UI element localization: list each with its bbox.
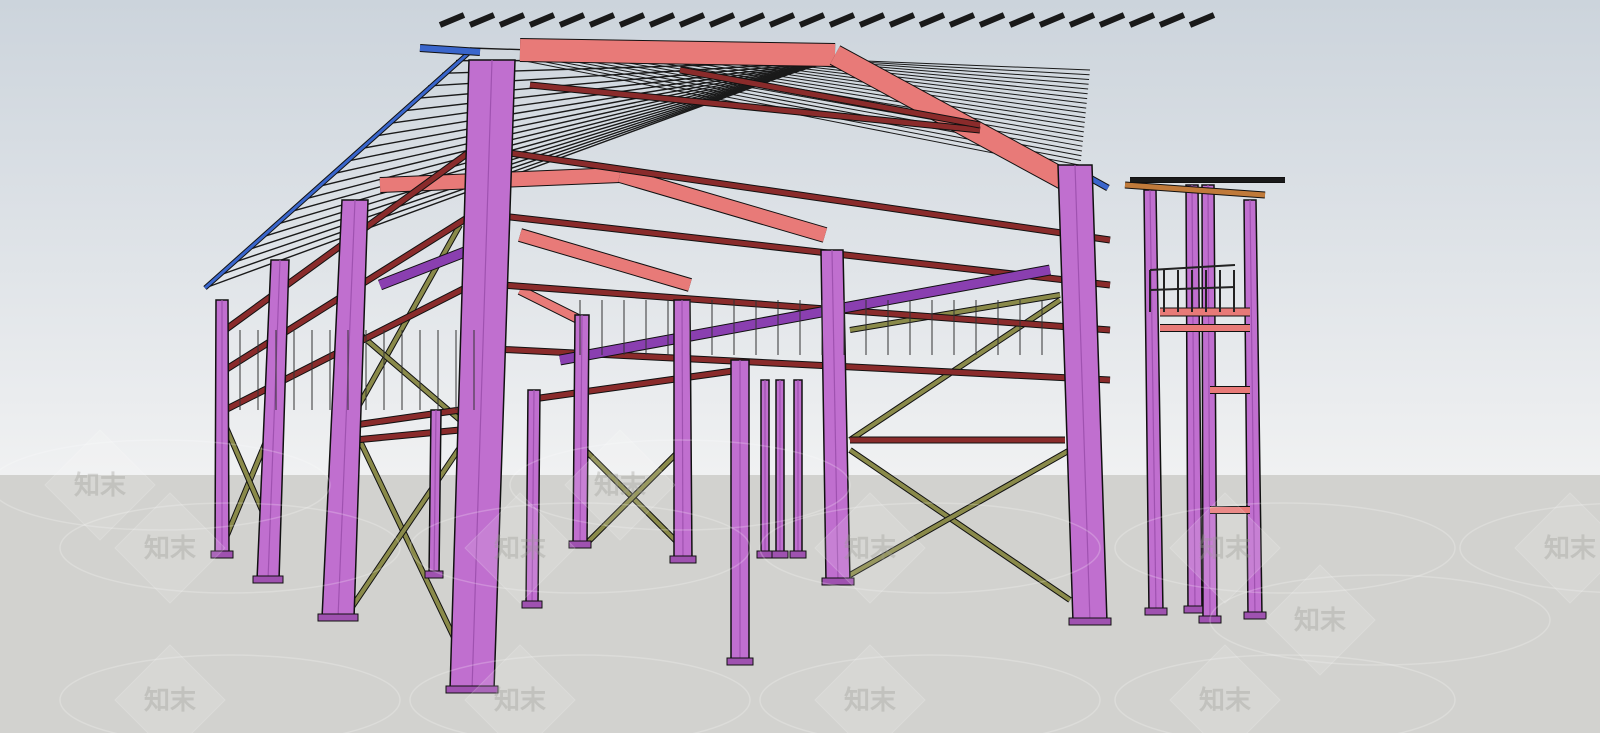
watermark-text: 知末 [494,534,547,564]
watermark-ring [1114,502,1456,594]
watermark-tile: 知末 [409,644,751,733]
watermark-ring [409,502,751,594]
watermark-text: 知末 [74,471,127,501]
watermark-tile: 知末 [409,492,751,604]
watermark-text: 知末 [144,534,197,564]
watermark-tile: 知末 [1114,492,1456,604]
watermark-text: 知末 [594,471,647,501]
watermark-ring [509,439,851,531]
watermark-text: 知末 [844,686,897,716]
watermark-ring [1114,654,1456,733]
watermark-text: 知末 [1199,686,1252,716]
watermark-tile: 知末 [1114,644,1456,733]
watermark-ring [1209,574,1551,666]
watermark-ring [759,502,1101,594]
watermark-text: 知末 [1199,534,1252,564]
model-viewport: 知末 知末 知末 知末 知末 知末 知末 知末 知末 知末 知末 知末 [0,0,1600,733]
watermark-text: 知末 [1294,606,1347,636]
watermark-tile: 知末 [759,492,1101,604]
watermark-ring [409,654,751,733]
watermark-tile: 知末 [1459,492,1600,604]
watermark-text: 知末 [144,686,197,716]
watermark-text: 知末 [844,534,897,564]
watermark-ring [59,654,401,733]
watermark-ring [759,654,1101,733]
watermark-text: 知末 [1544,534,1597,564]
watermark-tile: 知末 [59,644,401,733]
watermark-layer: 知末 知末 知末 知末 知末知末 知末 知末 知末知末 知末知末 [0,429,1600,733]
watermark-tile: 知末 [759,644,1101,733]
watermark-tile: 知末 [1209,564,1551,676]
watermark-tile: 知末 [509,429,851,541]
watermark-text: 知末 [494,686,547,716]
